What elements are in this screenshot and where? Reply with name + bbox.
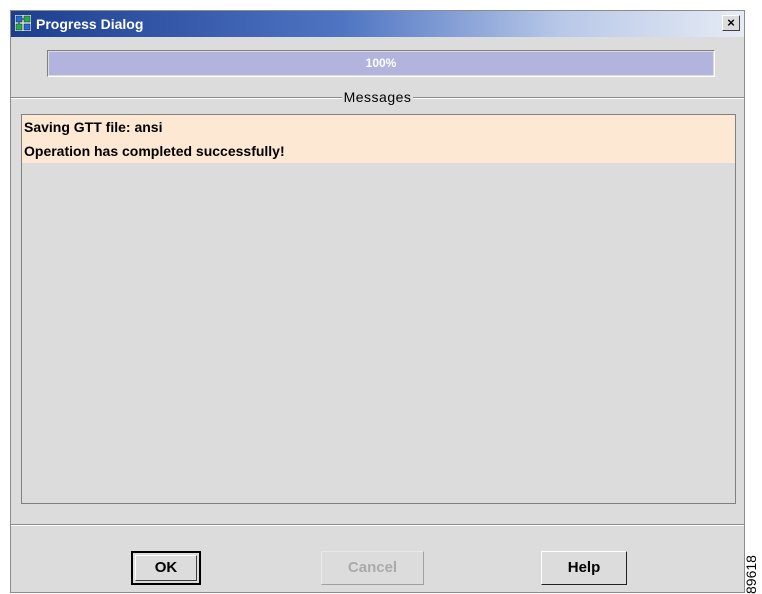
messages-title: Messages [341,89,414,105]
close-icon: × [727,15,735,30]
help-button[interactable]: Help [541,551,627,585]
message-item: Operation has completed successfully! [22,139,735,163]
window-title: Progress Dialog [36,16,144,32]
ok-button-label: OK [154,559,178,576]
cancel-button[interactable]: Cancel [321,551,424,585]
message-item: Saving GTT file: ansi [22,115,735,139]
title-bar[interactable]: Progress Dialog × [11,11,744,37]
messages-list[interactable]: Saving GTT file: ansi Operation has comp… [21,114,736,504]
cancel-button-label: Cancel [347,559,398,576]
figure-id-label: 89618 [743,555,759,594]
progress-percentage: 100% [365,56,397,70]
button-separator [11,524,744,526]
messages-group-title: Messages [11,89,744,105]
help-button-label: Help [567,559,601,576]
progress-dialog: Progress Dialog × 100% Messages Saving G… [10,10,745,593]
ok-button[interactable]: OK [131,551,201,585]
progress-bar: 100% [47,50,715,77]
close-button[interactable]: × [722,15,740,31]
app-window-icon [15,15,31,31]
